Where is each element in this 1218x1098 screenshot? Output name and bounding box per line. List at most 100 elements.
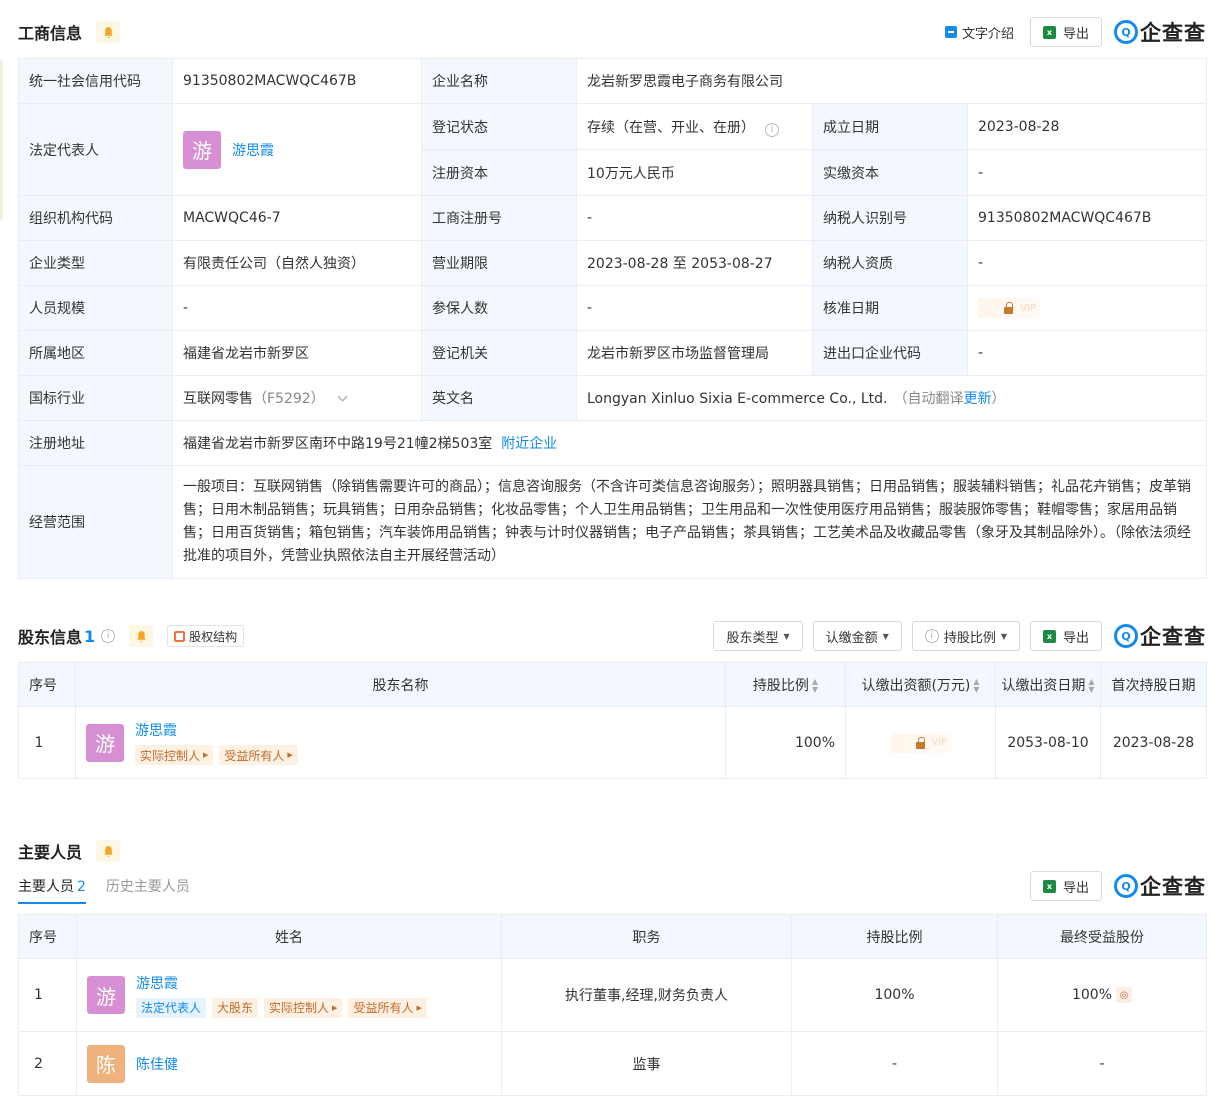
caret-right-icon: ▶ (287, 751, 293, 759)
qcc-logo-icon: Q (1114, 874, 1138, 898)
caret-down-icon: ▼ (783, 631, 790, 641)
ie-code-label: 进出口企业代码 (812, 330, 968, 376)
col-header-ratio[interactable]: 持股比例 ▲ ▼ (725, 662, 846, 707)
avatar: 游 (87, 976, 125, 1014)
doc-icon (944, 26, 957, 38)
shareholder-table: 序号 股东名称 持股比例 ▲ ▼ 认缴出资额(万元) ▲ ▼ 认缴出资日期 ▲ ▼ 首次持股… (18, 662, 1207, 779)
vip-lock-icon[interactable]: VIP (889, 732, 952, 753)
sub-date-value: 2053-08-10 (995, 706, 1101, 779)
col-header-benefit: 最终受益股份 (997, 914, 1207, 959)
row-no: 1 (18, 706, 76, 779)
col-header-first-date: 首次持股日期 (1100, 662, 1207, 707)
legal-rep-link[interactable]: 游思霞 (232, 140, 274, 160)
export-button[interactable]: x 导出 (1029, 621, 1102, 651)
en-name-value: Longyan Xinluo Sixia E-commerce Co., Ltd… (575, 375, 1208, 421)
biz-info-table: 统一社会信用代码 91350802MACWQC467B 企业名称 龙岩新罗思霞电… (18, 58, 1208, 579)
info-icon[interactable]: i (101, 629, 116, 643)
export-button[interactable]: x 导出 (1029, 871, 1102, 901)
sub-amount-value: VIP (845, 706, 996, 779)
sort-icon: ▲ ▼ (811, 676, 819, 694)
role-value: 监事 (501, 1031, 792, 1096)
person-name-link[interactable]: 陈佳健 (136, 1054, 178, 1074)
company-name-value: 龙岩新罗思霞电子商务有限公司 (575, 58, 1208, 104)
staff-size-value: - (172, 285, 422, 331)
info-icon[interactable]: i (765, 122, 779, 137)
shareholder-type-filter[interactable]: 股东类型 ▼ (713, 621, 803, 651)
col-header-sub-amount[interactable]: 认缴出资额(万元) ▲ ▼ (845, 662, 996, 707)
credit-code-label: 统一社会信用代码 (18, 58, 173, 104)
equity-tree-icon (174, 630, 186, 642)
tab-history-people[interactable]: 历史主要人员 (106, 876, 190, 904)
translate-update-link[interactable]: 更新 (964, 391, 992, 407)
table-row: 1 游 游思霞 法定代表人 大股东 实际控制人 ▶ 受益所有人 ▶ 执行董事,经理,… (18, 958, 1207, 1032)
legal-rep-cell: 游 游思霞 (172, 103, 422, 196)
address-value: 福建省龙岩市新罗区南环中路19号21幢2梯503室 附近企业 (171, 420, 1208, 466)
col-header-no: 序号 (18, 914, 77, 959)
tag-beneficial-owner[interactable]: 受益所有人 ▶ (219, 745, 298, 765)
reg-capital-value: 10万元人民币 (576, 149, 813, 196)
bell-icon[interactable] (129, 625, 154, 647)
share-ratio-filter[interactable]: i 持股比例 ▼ (911, 621, 1020, 651)
excel-icon: x (1042, 629, 1056, 643)
paid-capital-label: 实缴资本 (812, 149, 968, 196)
bell-icon[interactable] (96, 21, 121, 43)
key-people-actions: x 导出 Q 企查查 (1029, 871, 1206, 901)
ratio-value: - (791, 1031, 998, 1096)
caret-right-icon: ▶ (416, 1003, 422, 1012)
insured-value: - (576, 285, 813, 331)
company-type-value: 有限责任公司（自然人独资） (172, 240, 422, 286)
paid-capital-value: - (966, 149, 1208, 196)
sort-icon: ▲ ▼ (973, 676, 980, 694)
reg-status-value: 存续（在营、开业、在册） i (576, 103, 813, 150)
nearby-companies-link[interactable]: 附近企业 (501, 436, 557, 452)
avatar: 陈 (87, 1044, 125, 1083)
caret-right-icon: ▶ (332, 1003, 338, 1012)
biz-reg-no-value: - (576, 195, 813, 241)
qcc-logo: Q 企查查 (1114, 621, 1206, 651)
equity-structure-button[interactable]: 股权结构 (167, 625, 245, 647)
sub-amount-filter[interactable]: 认缴金额 ▼ (812, 621, 902, 651)
biz-term-value: 2023-08-28 至 2053-08-27 (576, 240, 813, 286)
approve-date-label: 核准日期 (812, 285, 968, 331)
text-intro-link[interactable]: 文字介绍 (944, 23, 1014, 42)
qcc-logo: Q 企查查 (1114, 17, 1206, 47)
key-people-tabs: 主要人员 2 历史主要人员 (18, 876, 190, 904)
tag-actual-controller[interactable]: 实际控制人 ▶ (264, 997, 343, 1018)
biz-reg-no-label: 工商注册号 (421, 195, 577, 241)
found-date-value: 2023-08-28 (966, 103, 1208, 150)
col-header-role: 职务 (501, 914, 792, 959)
tag-actual-controller[interactable]: 实际控制人 ▶ (135, 745, 214, 765)
industry-value[interactable]: 互联网零售（F5292） (172, 375, 422, 421)
col-header-ratio: 持股比例 (791, 914, 998, 959)
shareholder-count: 1 (84, 626, 96, 646)
approve-date-value: VIP (966, 285, 1208, 331)
vip-lock-icon[interactable]: VIP (978, 298, 1040, 318)
person-name-link[interactable]: 游思霞 (136, 973, 433, 993)
equity-penetration-icon[interactable]: ◎ (1116, 987, 1133, 1003)
region-value: 福建省龙岩市新罗区 (172, 330, 422, 376)
col-header-name: 姓名 (76, 914, 502, 959)
ie-code-value: - (966, 330, 1208, 376)
col-header-sub-date[interactable]: 认缴出资日期 ▲ ▼ (995, 662, 1101, 707)
chevron-down-icon[interactable] (337, 391, 348, 402)
reg-authority-label: 登记机关 (421, 330, 577, 376)
qcc-logo-icon: Q (1114, 20, 1138, 44)
biz-info-header: 工商信息 文字介绍 x 导出 Q 企查查 (18, 16, 1206, 48)
caret-right-icon: ▶ (203, 751, 209, 759)
bell-icon[interactable] (96, 840, 121, 862)
tag-beneficial-owner[interactable]: 受益所有人 ▶ (348, 997, 427, 1018)
shareholder-name-link[interactable]: 游思霞 (135, 720, 304, 740)
insured-label: 参保人数 (421, 285, 577, 331)
tag-major-shareholder[interactable]: 大股东 (212, 997, 259, 1018)
export-button[interactable]: x 导出 (1029, 17, 1102, 47)
tag-legal-rep[interactable]: 法定代表人 (136, 997, 207, 1018)
taxpayer-id-value: 91350802MACWQC467B (966, 195, 1208, 241)
org-code-label: 组织机构代码 (18, 195, 173, 241)
shareholder-title: 股东信息 (18, 628, 83, 647)
tab-key-people[interactable]: 主要人员 2 (18, 876, 86, 904)
taxpayer-qual-value: - (966, 240, 1208, 286)
taxpayer-id-label: 纳税人识别号 (812, 195, 968, 241)
row-no: 2 (18, 1031, 77, 1096)
excel-icon: x (1042, 25, 1056, 39)
caret-down-icon: ▼ (1000, 631, 1007, 641)
